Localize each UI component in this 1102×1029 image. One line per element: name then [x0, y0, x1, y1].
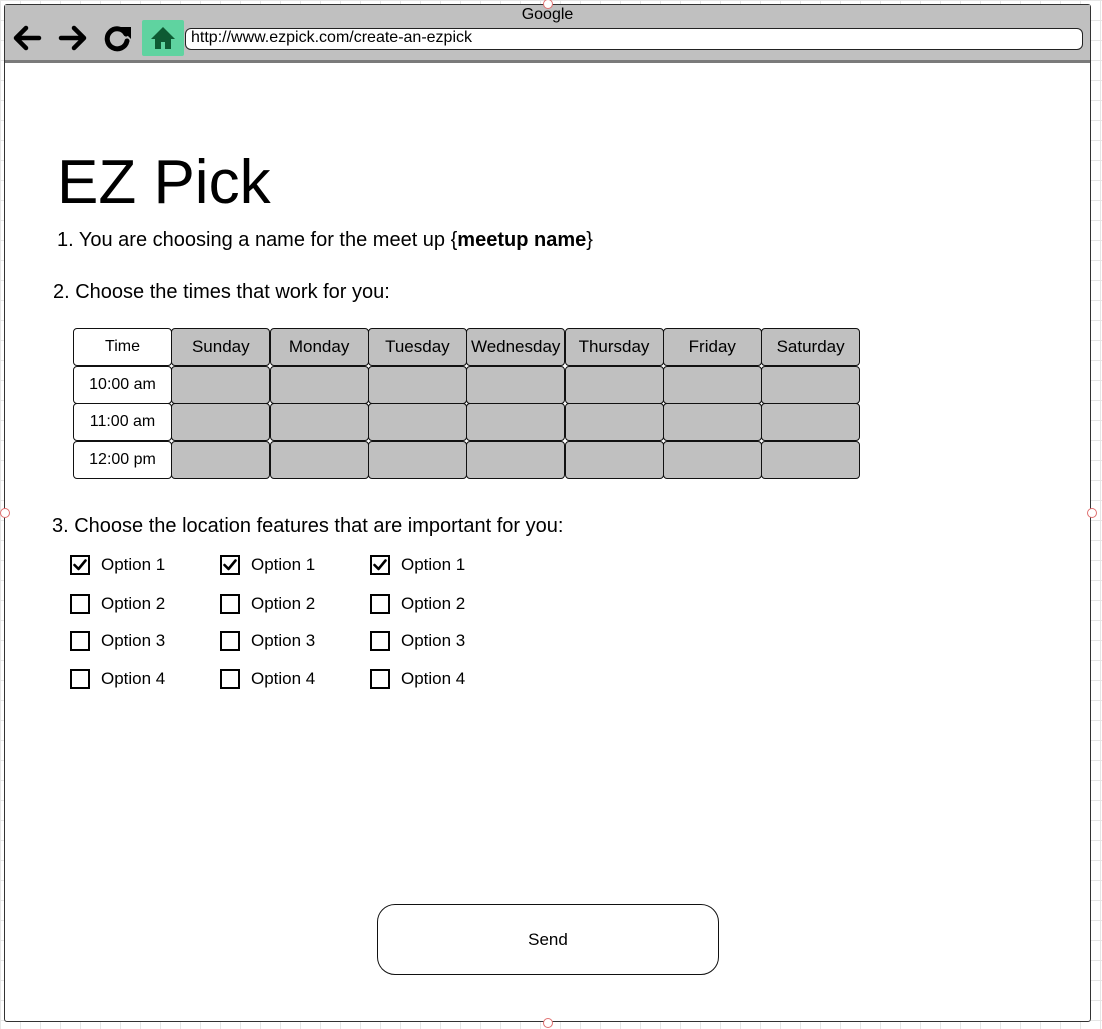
checkbox[interactable] — [370, 669, 390, 689]
time-slot[interactable] — [564, 441, 664, 480]
time-slot[interactable] — [269, 365, 369, 404]
meetup-name: meetup name — [457, 229, 587, 251]
time-slot[interactable] — [269, 441, 369, 480]
forward-button[interactable] — [55, 20, 91, 56]
browser-toolbar: Google http://www.ezpick.com/create-an-e… — [5, 5, 1090, 63]
home-icon — [151, 27, 175, 49]
feature-option[interactable]: Option 2 — [220, 594, 315, 614]
back-button[interactable] — [9, 20, 45, 56]
resize-handle-bottom[interactable] — [543, 1018, 553, 1028]
checkmark-icon — [73, 559, 87, 571]
option-label: Option 2 — [401, 594, 466, 613]
time-slot[interactable] — [564, 365, 664, 404]
time-slot[interactable] — [367, 441, 467, 480]
availability-grid: Time Sunday Monday Tuesday Wednesday Thursda… — [73, 328, 862, 480]
browser-window: Google http://www.ezpick.com/create-an-e… — [4, 4, 1091, 1022]
step-1-prefix: 1. You are choosing a name for the meet … — [57, 229, 458, 251]
page-title: EZ Pick — [57, 148, 271, 217]
day-header: Saturday — [761, 328, 861, 366]
time-slot[interactable] — [171, 365, 271, 404]
option-label: Option 2 — [101, 594, 166, 613]
feature-option[interactable]: Option 4 — [70, 669, 165, 689]
time-slot[interactable] — [761, 403, 861, 442]
time-slot[interactable] — [367, 365, 467, 404]
checkbox[interactable] — [220, 631, 240, 651]
arrow-left-icon — [13, 25, 42, 51]
day-header: Tuesday — [367, 328, 467, 366]
option-label: Option 4 — [401, 669, 466, 688]
option-label: Option 4 — [101, 669, 166, 688]
option-label: Option 1 — [101, 555, 166, 574]
checkbox[interactable] — [70, 669, 90, 689]
checkbox[interactable] — [220, 594, 240, 614]
arrow-right-icon — [58, 25, 87, 51]
reload-icon — [104, 26, 131, 52]
step-3-text: 3. Choose the location features that are… — [52, 515, 564, 537]
feature-option[interactable]: Option 3 — [70, 631, 165, 651]
day-header: Wednesday — [466, 328, 566, 366]
time-slot[interactable] — [564, 403, 664, 442]
time-slot[interactable] — [662, 403, 762, 442]
time-slot[interactable] — [662, 441, 762, 480]
option-label: Option 3 — [101, 631, 166, 650]
option-label: Option 2 — [251, 594, 316, 613]
feature-option[interactable]: Option 4 — [220, 669, 315, 689]
checkbox[interactable] — [70, 594, 90, 614]
time-slot[interactable] — [171, 441, 271, 480]
day-header: Thursday — [564, 328, 664, 366]
option-label: Option 1 — [401, 555, 466, 574]
checkmark-icon — [373, 559, 387, 571]
time-slot[interactable] — [466, 441, 566, 480]
checkmark-icon — [223, 559, 237, 571]
checkbox-checked[interactable] — [220, 555, 240, 575]
checkbox[interactable] — [370, 631, 390, 651]
option-label: Option 3 — [251, 631, 316, 650]
step-1-text: 1. You are choosing a name for the meet … — [57, 228, 593, 252]
time-slot[interactable] — [761, 441, 861, 480]
day-header: Friday — [662, 328, 762, 366]
checkbox[interactable] — [370, 594, 390, 614]
option-label: Option 3 — [401, 631, 466, 650]
checkbox[interactable] — [220, 669, 240, 689]
day-header: Sunday — [171, 328, 271, 366]
reload-button[interactable] — [99, 20, 135, 56]
time-slot[interactable] — [466, 403, 566, 442]
feature-option[interactable]: Option 3 — [370, 631, 465, 651]
time-slot[interactable] — [269, 403, 369, 442]
time-slot[interactable] — [761, 365, 861, 404]
checkbox-checked[interactable] — [370, 555, 390, 575]
feature-option[interactable]: Option 2 — [70, 594, 165, 614]
option-label: Option 4 — [251, 669, 316, 688]
time-header: Time — [73, 328, 172, 366]
time-label: 10:00 am — [73, 365, 172, 404]
time-slot[interactable] — [662, 365, 762, 404]
feature-option[interactable]: Option 1 — [70, 555, 165, 575]
home-button[interactable] — [142, 20, 184, 56]
send-button[interactable]: Send — [377, 904, 719, 975]
feature-option[interactable]: Option 4 — [370, 669, 465, 689]
feature-option[interactable]: Option 1 — [220, 555, 315, 575]
time-label: 11:00 am — [73, 403, 172, 442]
time-slot[interactable] — [367, 403, 467, 442]
checkbox[interactable] — [70, 631, 90, 651]
feature-option[interactable]: Option 3 — [220, 631, 315, 651]
time-slot[interactable] — [466, 365, 566, 404]
step-1-suffix: } — [586, 229, 593, 251]
step-2-text: 2. Choose the times that work for you: — [53, 281, 390, 303]
option-label: Option 1 — [251, 555, 316, 574]
address-bar[interactable]: http://www.ezpick.com/create-an-ezpick — [185, 28, 1083, 50]
feature-option[interactable]: Option 1 — [370, 555, 465, 575]
feature-option[interactable]: Option 2 — [370, 594, 465, 614]
time-slot[interactable] — [171, 403, 271, 442]
checkbox-checked[interactable] — [70, 555, 90, 575]
resize-handle-left[interactable] — [0, 508, 10, 518]
resize-handle-right[interactable] — [1087, 508, 1097, 518]
time-label: 12:00 pm — [73, 441, 172, 480]
day-header: Monday — [269, 328, 369, 366]
